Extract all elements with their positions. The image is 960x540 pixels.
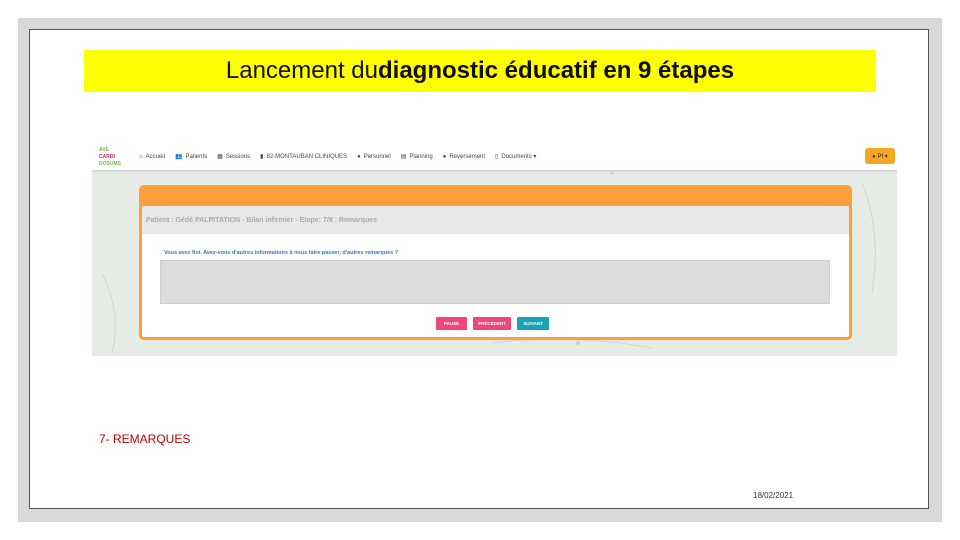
patient-header: Patient : Gédé PALPITATION - Bilan infir…	[142, 206, 849, 234]
app-logo[interactable]: AVE CARDI DOSUMS	[99, 146, 127, 168]
person-icon: ●	[442, 153, 447, 160]
user-menu-button[interactable]: ● PI ▾	[865, 148, 895, 164]
nav-label: Planning	[409, 153, 433, 160]
nav-label: Accueil	[145, 153, 165, 160]
previous-button[interactable]: PRÉCÉDENT	[473, 317, 511, 330]
document-icon: ▯	[495, 154, 499, 160]
pause-button[interactable]: PAUSE	[436, 317, 467, 330]
nav-item-documents[interactable]: ▯ Documents ▾	[495, 153, 536, 160]
nav-item-clinic[interactable]: ▮ 82-MONTAUBAN CLINIQUES	[260, 153, 348, 161]
planning-icon: ▤	[400, 154, 407, 160]
nav-label: Documents ▾	[501, 154, 537, 160]
nav-item-sessions[interactable]: ▦ Sessions	[217, 153, 251, 161]
nav-label: Sessions	[225, 153, 251, 160]
nav-item-patients[interactable]: 👥 Patients	[174, 153, 208, 161]
logo-line-3: DOSUMS	[99, 160, 121, 167]
logo-line-1: AVE	[99, 146, 109, 153]
home-icon: ⌂	[139, 153, 143, 160]
step-buttons: PAUSE PRÉCÉDENT SUIVANT	[436, 317, 549, 330]
question-label: Vous avez fini. Avez-vous d'autres infor…	[164, 250, 399, 256]
slide-title-bold: diagnostic éducatif en 9 étapes	[378, 57, 735, 84]
calendar-icon: ▦	[217, 154, 223, 160]
slide-title: Lancement du diagnostic éducatif en 9 ét…	[84, 50, 876, 92]
nav-label: Patients	[185, 153, 208, 160]
nav-label: Personnel	[363, 153, 391, 160]
person-icon: ●	[357, 153, 361, 160]
nav-item-personnel[interactable]: ● Personnel	[357, 154, 391, 160]
users-icon: 👥	[174, 154, 183, 160]
nav-item-reversement[interactable]: ● Reversement	[443, 154, 485, 160]
app-screenshot: AVE CARDI DOSUMS ⌂ Accueil 👥 Patients ▦ …	[92, 143, 897, 356]
slide-caption: 7- REMARQUES	[99, 432, 191, 446]
app-navbar: AVE CARDI DOSUMS ⌂ Accueil 👥 Patients ▦ …	[92, 143, 897, 170]
step-card: Patient : Gédé PALPITATION - Bilan infir…	[139, 185, 852, 340]
card-header	[142, 188, 849, 206]
next-button[interactable]: SUIVANT	[517, 317, 549, 330]
slide-date: 18/02/2021	[753, 491, 794, 500]
nav-item-planning[interactable]: ▤ Planning	[400, 153, 433, 161]
nav-item-accueil[interactable]: ⌂ Accueil	[139, 154, 165, 160]
nav-label: 82-MONTAUBAN CLINIQUES	[266, 153, 348, 160]
logo-line-2: CARDI	[99, 153, 115, 160]
slide-title-normal: Lancement du	[225, 57, 378, 84]
nav-label: Reversement	[449, 153, 486, 160]
building-icon: ▮	[260, 154, 264, 160]
remarks-textarea[interactable]	[160, 260, 830, 304]
